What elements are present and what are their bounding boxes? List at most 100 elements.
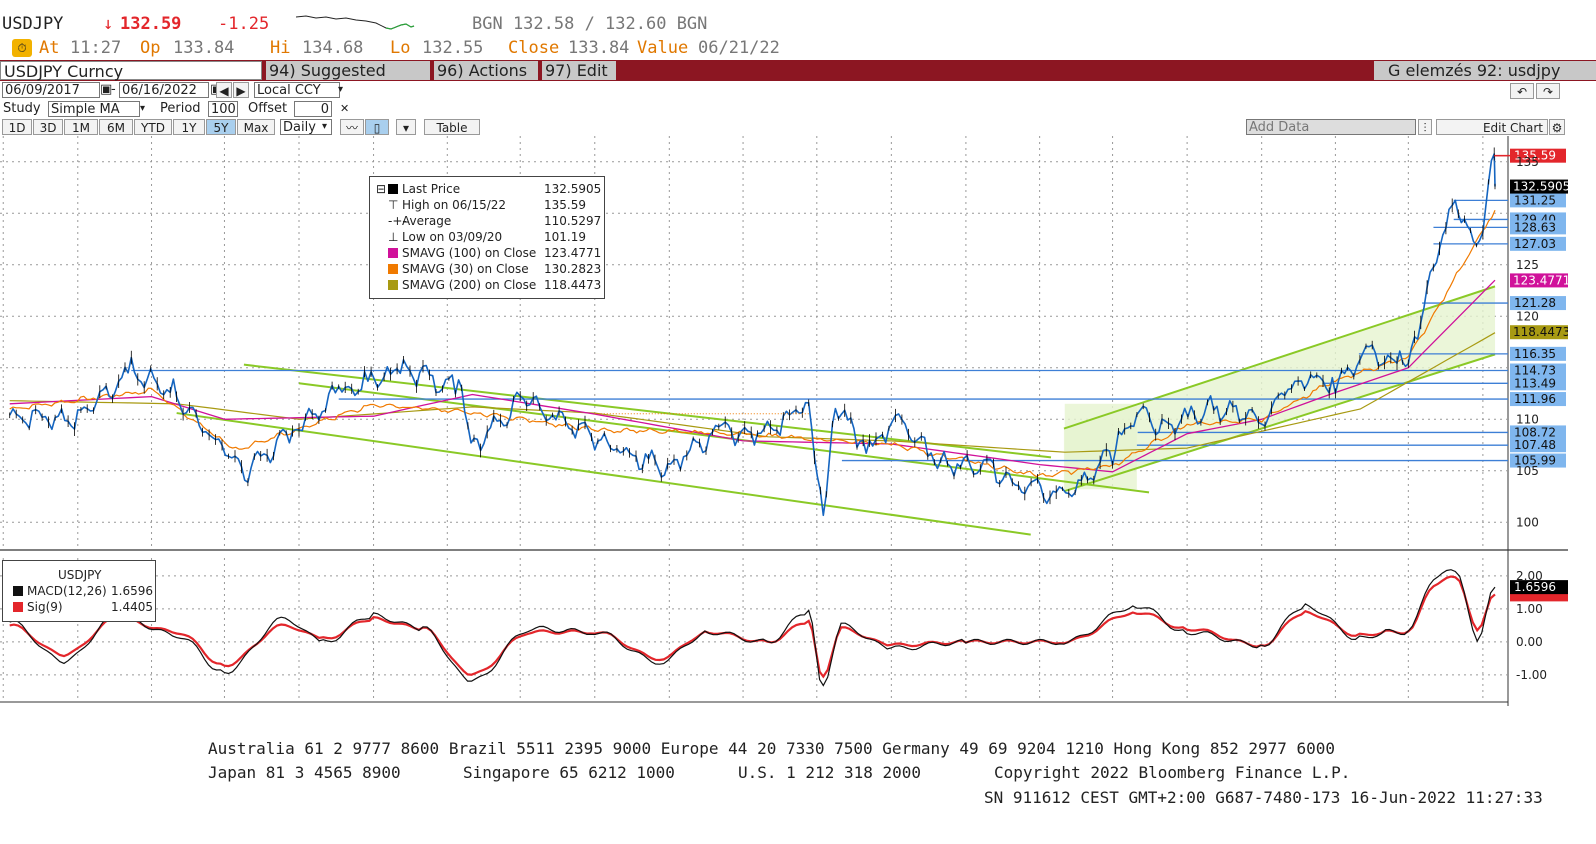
level-label: 116.35 <box>1514 347 1556 361</box>
ticker: USDJPY <box>2 14 64 34</box>
realtime-icon: ⏱ <box>12 39 32 57</box>
high-label: Hi <box>270 38 291 58</box>
currency-select[interactable]: Local CCY <box>254 82 340 98</box>
legend-sma200-label: SMAVG (200) on Close <box>402 278 537 292</box>
chart-title: G elemzés 92: usdjpy <box>1374 61 1596 80</box>
range-button-5y[interactable]: 5Y <box>206 119 236 135</box>
range-button-3d[interactable]: 3D <box>33 119 63 135</box>
down-arrow-icon: ↓ <box>103 14 114 34</box>
legend-sma100-value: 123.4771 <box>544 246 602 260</box>
redo-button[interactable]: ↷ <box>1536 83 1560 99</box>
y-tick-label: 125 <box>1516 258 1539 272</box>
y-tick-label: 120 <box>1516 309 1539 323</box>
chevron-down-icon[interactable]: ▾ <box>322 119 327 135</box>
table-button[interactable]: Table <box>424 119 480 135</box>
legend-last-label: Last Price <box>402 182 461 196</box>
price-tag-label: 132.5905 <box>1513 180 1568 194</box>
next-period-button[interactable]: ▶ <box>233 82 249 98</box>
study-label: Study <box>3 101 41 116</box>
footer-japan: Japan 81 3 4565 8900 <box>208 763 401 782</box>
chart-type-dropdown[interactable]: ▾ <box>396 119 416 135</box>
net-change: -1.25 <box>218 14 270 34</box>
prev-period-button[interactable]: ◀ <box>216 82 232 98</box>
footer-us: U.S. 1 212 318 2000 <box>738 763 922 782</box>
security-field[interactable]: USDJPY Curncy <box>0 61 262 81</box>
close-value: 133.84 <box>568 38 630 58</box>
end-date-field[interactable]: 06/16/2022 <box>119 82 209 98</box>
level-label: 111.96 <box>1514 392 1556 406</box>
signal-label: Sig(9) <box>27 600 63 614</box>
open-label: Op <box>140 38 161 58</box>
edit-button[interactable]: 97) Edit <box>542 61 616 80</box>
signal-line <box>9 575 1496 679</box>
expand-icon[interactable]: ⫶ <box>1418 119 1432 135</box>
y-tick-label: 135 <box>1516 155 1539 169</box>
study-select[interactable]: Simple MA <box>48 101 140 117</box>
signal-swatch <box>13 602 23 612</box>
price-legend: ⊟ Last Price 132.5905 ⊤ High on 06/15/22… <box>369 176 605 299</box>
footer-session: SN 911612 CEST GMT+2:00 G687-7480-173 16… <box>984 788 1543 807</box>
level-label: 127.03 <box>1514 237 1556 251</box>
low-marker-icon: ⊥ <box>388 230 399 244</box>
price-tag-label: 123.4771 <box>1513 273 1568 287</box>
add-data-field[interactable]: Add Data <box>1246 119 1416 135</box>
edit-chart-button[interactable]: Edit Chart <box>1436 119 1548 135</box>
legend-last-value: 132.5905 <box>544 182 602 196</box>
trendline <box>176 412 1031 536</box>
offset-input[interactable]: 0 <box>294 101 332 117</box>
signal-value: 1.4405 <box>111 600 153 614</box>
range-button-6m[interactable]: 6M <box>99 119 133 135</box>
level-label: 113.49 <box>1514 376 1556 390</box>
range-button-1m[interactable]: 1M <box>64 119 98 135</box>
range-button-1y[interactable]: 1Y <box>173 119 205 135</box>
footer-copyright: Copyright 2022 Bloomberg Finance L.P. <box>994 763 1351 782</box>
close-icon[interactable]: ✕ <box>340 101 349 117</box>
chevron-down-icon[interactable]: ▾ <box>338 82 348 98</box>
legend-collapse-icon[interactable]: ⊟ <box>376 181 386 197</box>
macd-legend: USDJPY MACD(12,26) 1.6596 Sig(9) 1.4405 <box>2 560 156 622</box>
high-marker-icon: ⊤ <box>388 198 399 212</box>
sma100-swatch <box>388 248 398 258</box>
last-price-swatch <box>388 184 398 194</box>
legend-low-label: Low on 03/09/20 <box>402 230 503 244</box>
actions-button[interactable]: 96) Actions <box>434 61 538 80</box>
legend-sma100-label: SMAVG (100) on Close <box>402 246 537 260</box>
chevron-down-icon[interactable]: ▾ <box>140 101 145 117</box>
macd-tick-label: 0.00 <box>1516 635 1543 649</box>
level-label: 128.63 <box>1514 220 1556 234</box>
sma200-swatch <box>388 280 398 290</box>
start-date-field[interactable]: 06/09/2017 <box>2 82 100 98</box>
candle-chart-button[interactable]: ▯ <box>365 119 389 135</box>
suggested-charts-button[interactable]: 94) Suggested Charts <box>266 61 430 99</box>
range-button-ytd[interactable]: YTD <box>134 119 172 135</box>
price-chart[interactable]: 135.59131.25129.40128.63127.03121.28116.… <box>0 136 1568 706</box>
period-label: Period <box>160 101 201 116</box>
level-label: 107.48 <box>1514 438 1556 452</box>
line-chart-button[interactable]: 〰 <box>340 119 364 135</box>
footer-phones: Australia 61 2 9777 8600 Brazil 5511 239… <box>208 739 1336 758</box>
macd-legend-title: USDJPY <box>58 568 102 582</box>
low-label: Lo <box>390 38 411 58</box>
y-tick-label: 105 <box>1516 464 1539 478</box>
sparkline <box>296 15 415 30</box>
range-button-max[interactable]: Max <box>237 119 275 135</box>
period-input[interactable]: 100 <box>208 101 238 117</box>
undo-button[interactable]: ↶ <box>1510 83 1534 99</box>
calendar-icon[interactable]: ▣ <box>100 82 112 98</box>
quote-time: 11:27 <box>70 38 122 58</box>
y-tick-label: 110 <box>1516 412 1539 426</box>
value-date: 06/21/22 <box>698 38 780 58</box>
low-value: 132.55 <box>422 38 484 58</box>
macd-swatch <box>13 586 23 596</box>
date-separator: - <box>111 82 116 97</box>
settings-icon[interactable]: ⚙ <box>1549 119 1565 135</box>
offset-label: Offset <box>248 101 288 116</box>
value-label: Value <box>637 38 689 58</box>
close-label: Close <box>508 38 560 58</box>
legend-average-value: 110.5297 <box>544 214 602 228</box>
price-tag-label: 118.4473 <box>1513 325 1568 339</box>
level-label: 121.28 <box>1514 296 1556 310</box>
range-button-1d[interactable]: 1D <box>2 119 32 135</box>
legend-sma200-value: 118.4473 <box>544 278 602 292</box>
high-value: 134.68 <box>302 38 364 58</box>
